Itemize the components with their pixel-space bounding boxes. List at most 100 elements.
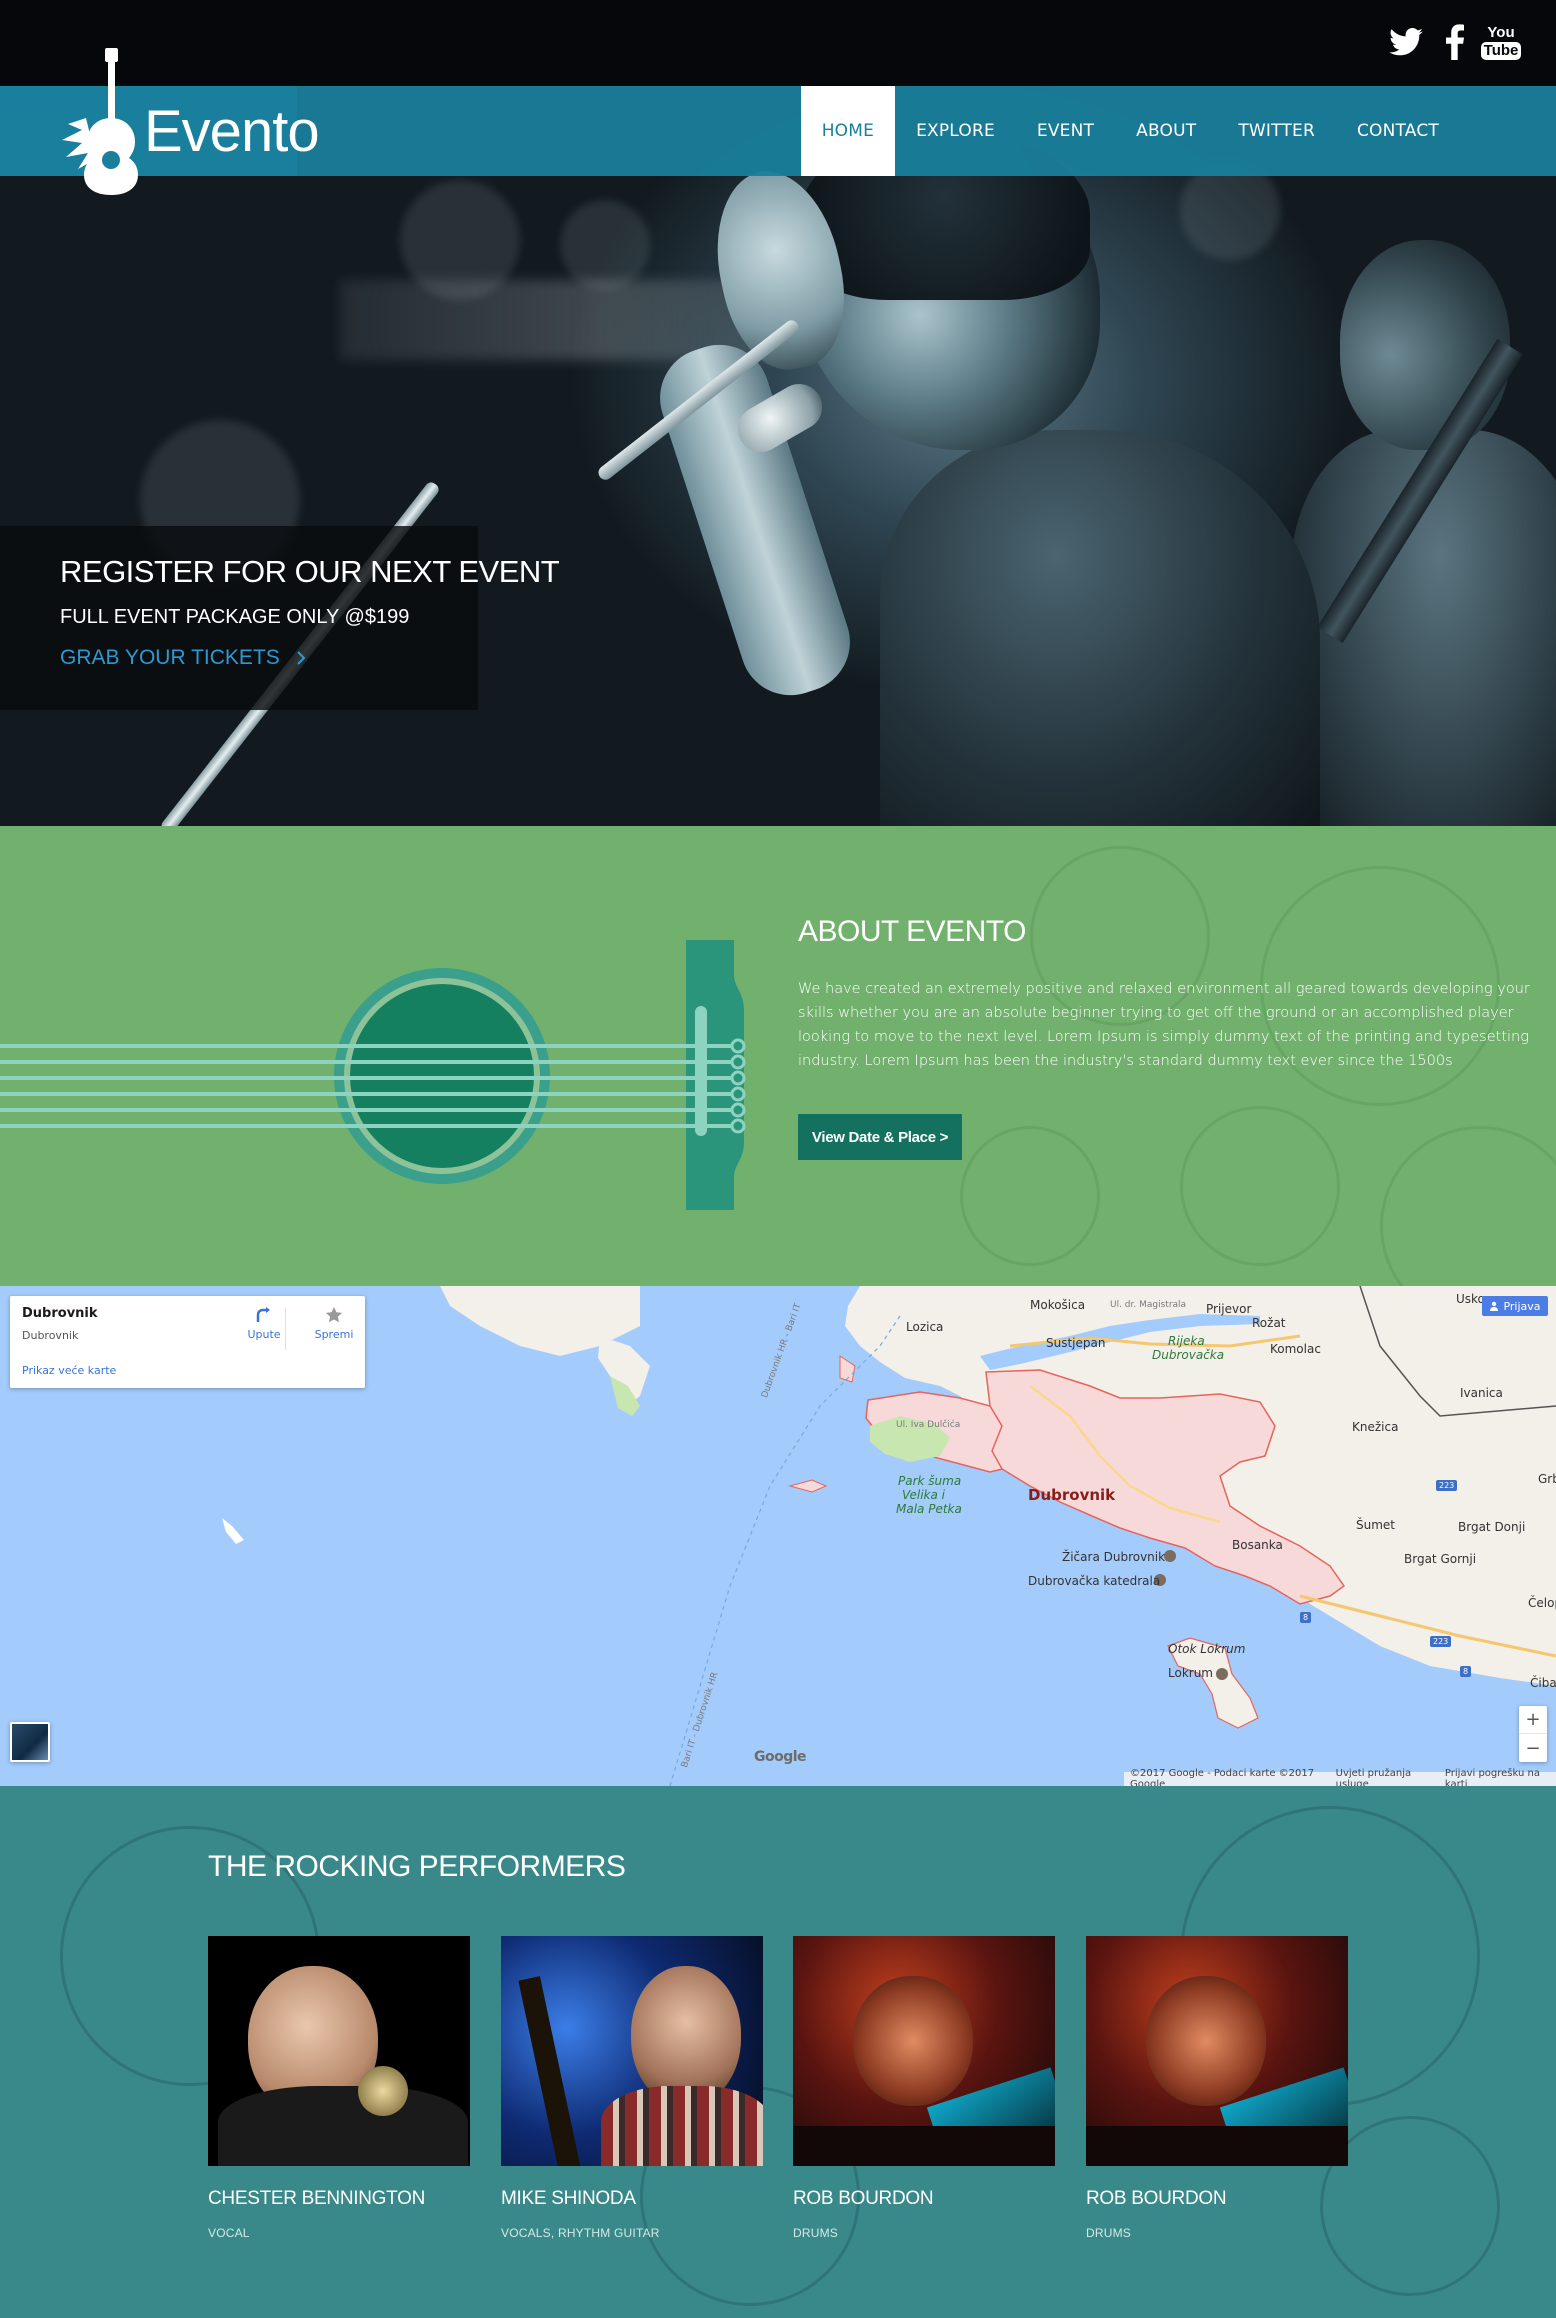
star-icon [325, 1306, 343, 1323]
youtube-link[interactable]: You Tube [1480, 20, 1522, 64]
facebook-icon [1446, 24, 1464, 60]
map-label-dubrovacka: Dubrovačka [1152, 1348, 1225, 1362]
map-label-rozat: Rožat [1252, 1316, 1286, 1330]
main-nav: HOME EXPLORE EVENT ABOUT TWITTER CONTACT [800, 86, 1460, 176]
card-divider [285, 1308, 286, 1350]
map-label-mala-petka: Mala Petka [896, 1502, 962, 1516]
performer-card[interactable] [501, 1936, 763, 2166]
zoom-in-button[interactable]: + [1519, 1706, 1547, 1734]
road-shield: 8 [1460, 1666, 1472, 1677]
map-label-lokrum: Lokrum [1168, 1666, 1213, 1680]
performer-name[interactable]: MIKE SHINODA [501, 2188, 636, 2210]
brand-name[interactable]: Evento [144, 96, 320, 168]
zoom-out-button[interactable]: − [1519, 1734, 1547, 1762]
nav-item-explore[interactable]: EXPLORE [895, 86, 1016, 176]
map-label-velika: Velika i [902, 1488, 946, 1502]
about-title: ABOUT EVENTO [798, 915, 1026, 948]
map-label-otok-lokrum: Otok Lokrum [1168, 1642, 1246, 1656]
performer-name[interactable]: CHESTER BENNINGTON [208, 2188, 425, 2210]
performer-card[interactable] [793, 1936, 1055, 2166]
satellite-toggle[interactable] [10, 1722, 50, 1762]
map-label-rijeka: Rijeka [1168, 1334, 1205, 1348]
map-label-iva-dulcica: Ul. Iva Dulčića [896, 1420, 961, 1430]
map-label-celopeci: Čelope [1528, 1596, 1556, 1610]
facebook-link[interactable] [1444, 20, 1466, 64]
map-label-brgat-donji: Brgat Donji [1458, 1520, 1526, 1534]
google-logo: Google [754, 1749, 807, 1765]
background-doodle [960, 1126, 1100, 1266]
directions-icon [256, 1307, 270, 1322]
performer-name[interactable]: ROB BOURDON [793, 2188, 934, 2210]
performer-photo [793, 1936, 1055, 2166]
background-doodle [1180, 1106, 1340, 1266]
youtube-icon: Tube [1480, 41, 1522, 60]
promo-title: REGISTER FOR OUR NEXT EVENT [60, 554, 560, 589]
promo-subtitle: FULL EVENT PACKAGE ONLY @$199 [60, 606, 410, 628]
background-doodle [1380, 1126, 1556, 1286]
performer-card[interactable] [1086, 1936, 1348, 2166]
singer-figure [880, 430, 1320, 826]
view-date-place-button[interactable]: View Date & Place > [798, 1114, 962, 1160]
twitter-icon [1389, 28, 1423, 56]
guitar-logo-icon [62, 48, 138, 195]
grab-tickets-label: GRAB YOUR TICKETS [60, 646, 280, 669]
save-button[interactable]: Spremi [304, 1306, 364, 1341]
place-subtitle: Dubrovnik [22, 1329, 79, 1342]
nav-item-twitter[interactable]: TWITTER [1217, 86, 1336, 176]
map-label-dubrovnik: Dubrovnik [1028, 1486, 1116, 1504]
map-label-sustjepan: Sustjepan [1046, 1336, 1106, 1350]
nav-item-event[interactable]: EVENT [1016, 86, 1115, 176]
guitarist-head [1340, 240, 1510, 450]
performer-name[interactable]: ROB BOURDON [1086, 2188, 1227, 2210]
performer-photo [501, 1936, 763, 2166]
map-footer: ©2017 Google - Podaci karte ©2017 Google… [1124, 1768, 1556, 1790]
map-label-sumet: Šumet [1356, 1518, 1395, 1532]
guitar-illustration [0, 940, 746, 1210]
bokeh-light [560, 200, 650, 290]
map-place-card: Dubrovnik Dubrovnik Prikaz veće karte Up… [10, 1296, 365, 1388]
map-label-cibaca: Čibač [1530, 1676, 1556, 1690]
nav-item-about[interactable]: ABOUT [1115, 86, 1217, 176]
performer-role: DRUMS [793, 2226, 838, 2240]
map-label-mokosica: Mokošica [1030, 1298, 1086, 1312]
map-label-brgat-gornji: Brgat Gornji [1404, 1552, 1477, 1566]
performer-photo [1086, 1936, 1348, 2166]
user-icon [1490, 1301, 1499, 1311]
map-signin-button[interactable]: Prijava [1482, 1296, 1548, 1316]
road-shield: 223 [1436, 1480, 1458, 1491]
performer-role: VOCAL [208, 2226, 250, 2240]
directions-label: Upute [247, 1328, 281, 1341]
larger-map-link[interactable]: Prikaz veće karte [22, 1364, 116, 1377]
youtube-icon-top: You [1487, 23, 1515, 41]
chevron-right-icon [297, 651, 306, 665]
map-label-lozica: Lozica [906, 1320, 944, 1334]
singer-arm [647, 331, 863, 709]
map-label-ivanica: Ivanica [1460, 1386, 1503, 1400]
map-label-usko: Usko [1456, 1292, 1485, 1306]
map-label-knezica: Knežica [1352, 1420, 1399, 1434]
performer-role: DRUMS [1086, 2226, 1131, 2240]
map-label-grb: Grb [1538, 1472, 1556, 1486]
map-label-zicara: Žičara Dubrovnik [1062, 1550, 1166, 1564]
signin-label: Prijava [1503, 1299, 1541, 1313]
grab-tickets-link[interactable]: GRAB YOUR TICKETS [60, 646, 306, 670]
place-title: Dubrovnik [22, 1306, 98, 1321]
top-bar [0, 0, 1556, 86]
twitter-link[interactable] [1388, 20, 1424, 64]
nav-item-contact[interactable]: CONTACT [1336, 86, 1460, 176]
nav-item-home[interactable]: HOME [800, 86, 896, 176]
map-zoom-control: + − [1519, 1706, 1547, 1762]
road-shield: 8 [1300, 1612, 1312, 1623]
performer-photo [208, 1936, 470, 2166]
about-body: We have created an extremely positive an… [798, 981, 1530, 1069]
map-label-katedrala: Dubrovačka katedrala [1028, 1574, 1161, 1588]
performer-role: VOCALS, RHYTHM GUITAR [501, 2226, 660, 2240]
map-label-prijevor: Prijevor [1206, 1302, 1252, 1316]
road-shield: 223 [1430, 1636, 1452, 1647]
save-label: Spremi [314, 1328, 354, 1341]
performers-title: THE ROCKING PERFORMERS [208, 1850, 626, 1883]
performer-card[interactable] [208, 1936, 470, 2166]
map-label-magistrala: Ul. dr. Magistrala [1110, 1300, 1187, 1310]
map-label-park-suma: Park šuma [898, 1474, 962, 1488]
map-label-bosanka: Bosanka [1232, 1538, 1283, 1552]
